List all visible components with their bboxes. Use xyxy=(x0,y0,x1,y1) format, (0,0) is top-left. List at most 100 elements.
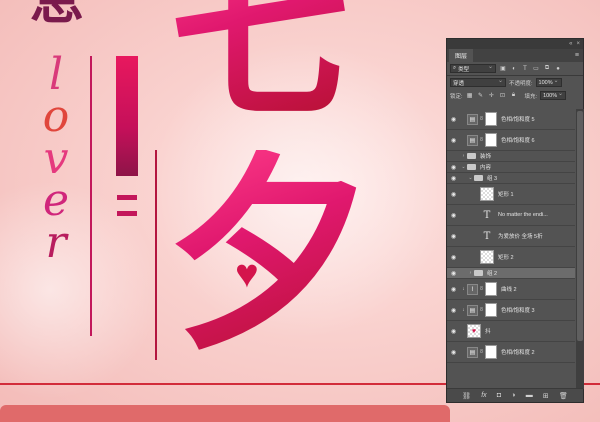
chevron-right-icon[interactable]: › xyxy=(467,270,474,276)
eye-icon[interactable]: ◉ xyxy=(447,328,460,335)
scroll-thumb[interactable] xyxy=(577,111,583,341)
layer-row[interactable]: ◉ T No matter the endi... xyxy=(447,205,575,226)
layer-name[interactable]: 色相/饱和度 3 xyxy=(501,306,535,314)
adjustment-icon[interactable]: ◑ xyxy=(511,392,515,399)
filter-shape-icon[interactable]: ▭ xyxy=(532,65,540,72)
layer-list-scrollbar[interactable] xyxy=(576,109,584,389)
layer-row[interactable]: ◉ ▤ 8 色相/饱和度 2 xyxy=(447,342,575,363)
eye-icon[interactable]: ◉ xyxy=(447,349,460,356)
layer-name[interactable]: 为爱放价 全场 5折 xyxy=(498,232,543,240)
layer-name[interactable]: No matter the endi... xyxy=(498,212,548,218)
lock-move-icon[interactable]: ✛ xyxy=(488,92,496,99)
layer-row[interactable]: ◉ ↓ ▤ 8 色相/饱和度 3 xyxy=(447,300,575,321)
text-layer-icon: T xyxy=(483,230,491,242)
layer-row[interactable]: ◉ ⌄ 组 3 xyxy=(447,173,575,184)
eye-icon[interactable]: ◉ xyxy=(447,175,460,182)
hue-saturation-icon: ▤ xyxy=(467,346,478,358)
layer-name[interactable]: 矩形 1 xyxy=(498,190,514,198)
filter-type-icon[interactable]: T xyxy=(521,66,529,72)
letter-e: e xyxy=(42,175,70,226)
clip-arrow-icon: ↓ xyxy=(462,307,465,313)
text-layer-icon: T xyxy=(483,209,491,221)
layer-row[interactable]: ◉ 矩形 2 xyxy=(447,247,575,268)
filter-toggle-icon[interactable]: ● xyxy=(554,66,562,72)
layer-mask-thumb[interactable] xyxy=(485,303,497,317)
eye-icon[interactable]: ◉ xyxy=(447,307,460,314)
chain-icon[interactable]: 8 xyxy=(478,286,485,292)
mask-icon[interactable]: ◘ xyxy=(497,392,501,399)
search-icon: ⌕ xyxy=(453,65,457,71)
link-icon[interactable]: ⛓︎ xyxy=(462,392,471,400)
layer-row[interactable]: ◉ ↓ ⌇ 8 曲线 2 xyxy=(447,279,575,300)
chain-icon[interactable]: 8 xyxy=(478,137,485,143)
layer-name[interactable]: 色相/饱和度 6 xyxy=(501,136,535,144)
tab-layers[interactable]: 图层 xyxy=(449,49,474,62)
layer-name[interactable]: 内容 xyxy=(480,163,491,171)
layer-row[interactable]: ◉ › 组 2 xyxy=(447,268,575,279)
chevron-down-icon[interactable]: ⌄ xyxy=(467,175,474,181)
filter-smart-icon[interactable]: ⧉ xyxy=(543,65,551,72)
chain-icon[interactable]: 8 xyxy=(478,116,485,122)
layer-name[interactable]: 组 2 xyxy=(487,269,497,277)
layer-mask-thumb[interactable] xyxy=(485,133,497,147)
layer-row[interactable]: ◉ ♥ 抖 xyxy=(447,321,575,342)
panel-menu-icon[interactable]: ≡ xyxy=(575,52,579,59)
folder-icon xyxy=(474,270,483,276)
layer-row[interactable]: ◉ ▤ 8 色相/饱和度 5 xyxy=(447,109,575,130)
filter-adjust-icon[interactable]: ◐ xyxy=(510,66,518,72)
curves-icon: ⌇ xyxy=(467,283,478,295)
lock-label: 锁定: xyxy=(450,93,463,100)
lock-artboard-icon[interactable]: ⊡ xyxy=(499,92,507,99)
blend-mode-select[interactable]: 穿透 xyxy=(450,77,506,87)
lock-brush-icon[interactable]: ✎ xyxy=(477,92,485,99)
filter-kind-select[interactable]: ⌕ 类型 xyxy=(450,63,496,73)
layer-name[interactable]: 曲线 2 xyxy=(501,285,517,293)
opacity-input[interactable]: 100% xyxy=(535,77,562,87)
folder-icon xyxy=(467,164,476,170)
layer-name[interactable]: 色相/饱和度 5 xyxy=(501,115,535,123)
new-layer-icon[interactable]: ⊞ xyxy=(543,392,549,400)
eye-icon[interactable]: ◉ xyxy=(447,212,460,219)
eye-icon[interactable]: ◉ xyxy=(447,270,460,277)
opacity-label: 不透明度: xyxy=(509,80,533,87)
shape-layer-thumb xyxy=(480,187,494,201)
letter-l: l xyxy=(48,49,64,100)
fill-input[interactable]: 100% xyxy=(540,90,567,100)
blend-row: 穿透 不透明度: 100% xyxy=(447,76,583,89)
eye-icon[interactable]: ◉ xyxy=(447,116,460,123)
chevron-down-icon[interactable]: ⌄ xyxy=(460,164,467,170)
layer-name[interactable]: 矩形 2 xyxy=(498,253,514,261)
filter-pixel-icon[interactable]: ▣ xyxy=(499,65,507,72)
layer-row[interactable]: ◉ ▤ 8 色相/饱和度 6 xyxy=(447,130,575,151)
collapse-icon[interactable]: « xyxy=(569,41,572,47)
eye-icon[interactable]: ◉ xyxy=(447,233,460,240)
eye-icon[interactable]: ◉ xyxy=(447,191,460,198)
layer-mask-thumb[interactable] xyxy=(485,282,497,296)
chevron-right-icon[interactable]: › xyxy=(460,153,467,159)
layer-mask-thumb[interactable] xyxy=(485,345,497,359)
letter-r: r xyxy=(45,217,67,268)
layer-name[interactable]: 装饰 xyxy=(480,152,491,160)
chain-icon[interactable]: 8 xyxy=(478,349,485,355)
lock-all-icon[interactable]: 🔒︎ xyxy=(510,92,518,99)
trash-icon[interactable]: 🗑︎ xyxy=(559,392,568,400)
fx-icon[interactable]: fx xyxy=(481,392,486,399)
lock-transparent-icon[interactable]: ▦ xyxy=(466,92,474,99)
layer-mask-thumb[interactable] xyxy=(485,112,497,126)
close-icon[interactable]: × xyxy=(576,41,580,47)
eye-icon[interactable]: ◉ xyxy=(447,254,460,261)
eye-icon[interactable]: ◉ xyxy=(447,137,460,144)
layer-row[interactable]: ◉ ⌄ 内容 xyxy=(447,162,575,173)
layer-row[interactable]: › 装饰 xyxy=(447,151,575,162)
eye-icon[interactable]: ◉ xyxy=(447,164,460,171)
layer-name[interactable]: 色相/饱和度 2 xyxy=(501,348,535,356)
layer-name[interactable]: 组 3 xyxy=(487,174,497,182)
layer-row[interactable]: ◉ T 为爱放价 全场 5折 xyxy=(447,226,575,247)
layer-row[interactable]: ◉ 矩形 1 xyxy=(447,184,575,205)
eye-icon[interactable]: ◉ xyxy=(447,286,460,293)
folder-icon xyxy=(474,175,483,181)
layer-name[interactable]: 抖 xyxy=(485,327,491,335)
chain-icon[interactable]: 8 xyxy=(478,307,485,313)
shape-layer-thumb xyxy=(480,250,494,264)
folder-icon[interactable]: ▬ xyxy=(526,392,533,399)
